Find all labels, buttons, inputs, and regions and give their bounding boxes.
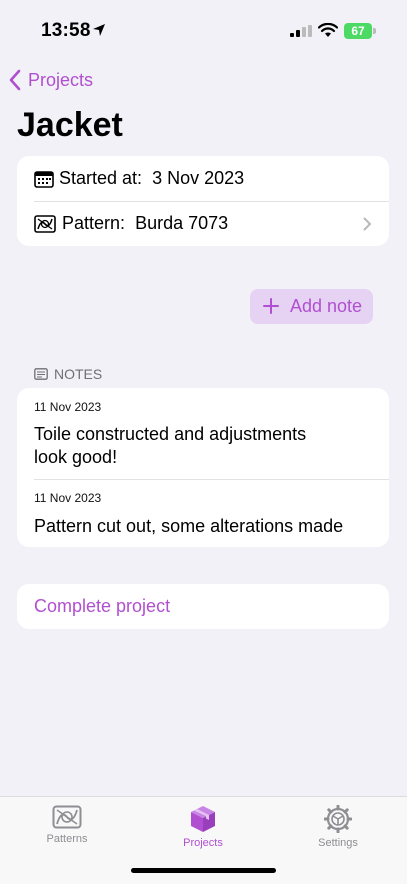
- tab-patterns[interactable]: Patterns: [17, 805, 117, 845]
- box-icon: [191, 806, 215, 832]
- battery-indicator: 67: [344, 23, 372, 39]
- status-bar: 13:58 67: [0, 0, 407, 60]
- cellular-signal-icon: [290, 25, 312, 37]
- notes-section-header: NOTES: [34, 366, 102, 382]
- note-date: 11 Nov 2023: [34, 400, 102, 414]
- note-text: Pattern cut out, some alterations made: [34, 516, 344, 536]
- started-label: Started at:: [59, 168, 143, 188]
- calendar-icon: [34, 170, 54, 188]
- gear-icon: [324, 805, 352, 833]
- wifi-icon: [318, 23, 338, 37]
- started-text: Started at: 3 Nov 2023: [59, 168, 244, 189]
- location-arrow-icon: [93, 24, 105, 36]
- complete-project-button[interactable]: Complete project: [34, 596, 170, 617]
- tab-label: Projects: [183, 837, 223, 849]
- pattern-icon: [52, 805, 82, 829]
- pattern-label: Pattern:: [62, 213, 126, 233]
- page-title: Jacket: [17, 106, 123, 144]
- add-note-button[interactable]: Add note: [250, 289, 373, 324]
- pattern-text: Pattern: Burda 7073: [62, 213, 228, 234]
- tab-projects[interactable]: Projects: [153, 805, 253, 849]
- note-icon: [34, 368, 48, 380]
- status-time: 13:58: [41, 20, 91, 41]
- add-note-label: Add note: [290, 296, 363, 316]
- chevron-left-icon: [9, 69, 21, 91]
- started-row: Started at: 3 Nov 2023: [17, 156, 389, 201]
- notes-header-label: NOTES: [54, 366, 103, 382]
- chevron-right-icon: [363, 217, 371, 231]
- tab-settings[interactable]: Settings: [288, 805, 388, 849]
- started-value: 3 Nov 2023: [152, 168, 245, 188]
- battery-tip: [373, 28, 376, 34]
- list-item[interactable]: 11 Nov 2023 Toile constructed and adjust…: [17, 388, 389, 479]
- note-date: 11 Nov 2023: [34, 491, 102, 505]
- pattern-value: Burda 7073: [135, 213, 229, 233]
- notes-list: 11 Nov 2023 Toile constructed and adjust…: [17, 388, 389, 547]
- back-label: Projects: [28, 69, 94, 90]
- tab-label: Settings: [318, 837, 358, 849]
- pattern-row[interactable]: Pattern: Burda 7073: [17, 201, 389, 246]
- plus-icon: [263, 298, 279, 314]
- project-info-card: Started at: 3 Nov 2023 Pattern: Burda 70…: [17, 156, 389, 246]
- tab-label: Patterns: [46, 833, 88, 845]
- home-indicator: [131, 868, 276, 873]
- complete-project-card: Complete project: [17, 584, 389, 629]
- pattern-icon: [34, 214, 56, 233]
- back-button[interactable]: Projects: [8, 66, 93, 94]
- note-text: Toile constructed and adjustments look g…: [34, 424, 307, 467]
- list-item[interactable]: 11 Nov 2023 Pattern cut out, some altera…: [17, 480, 389, 547]
